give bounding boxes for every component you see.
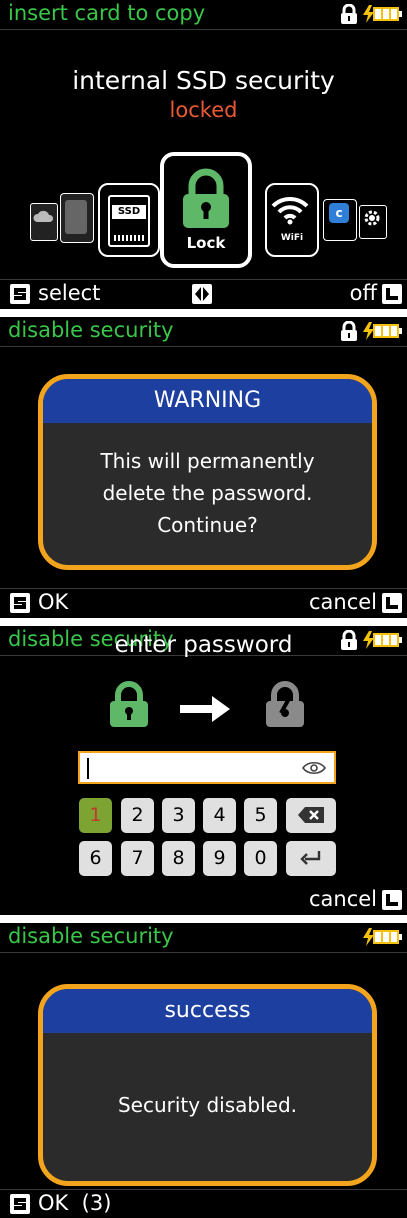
ok-button[interactable]: OK xyxy=(38,590,68,614)
footer: cancel xyxy=(0,885,407,915)
dialog-line: This will permanently xyxy=(100,449,315,473)
footer: OK (3) xyxy=(0,1189,407,1218)
l-key-icon[interactable] xyxy=(382,284,402,304)
screen-title: disable security xyxy=(8,318,174,342)
app-icon: c xyxy=(329,203,349,223)
ssd-connector xyxy=(114,235,144,241)
cancel-button[interactable]: cancel xyxy=(309,887,377,911)
key-0[interactable]: 0 xyxy=(244,841,277,876)
enter-icon xyxy=(300,851,321,865)
s-key-icon[interactable] xyxy=(10,1194,30,1214)
status-icons xyxy=(340,3,403,25)
ssd-label: SSD xyxy=(112,205,146,219)
dialog-header: WARNING xyxy=(43,379,372,423)
ssd-icon: SSD xyxy=(108,195,150,247)
key-1[interactable]: 1 xyxy=(79,798,112,833)
ext-ssd-icon xyxy=(65,200,87,234)
menu-item-ssd[interactable]: SSD xyxy=(98,183,160,257)
key-9[interactable]: 9 xyxy=(203,841,236,876)
battery-charging-icon xyxy=(363,5,402,23)
dialog-message: This will permanently delete the passwor… xyxy=(43,445,372,541)
backspace-icon xyxy=(298,807,324,823)
lock-closed-icon xyxy=(110,681,148,727)
key-6[interactable]: 6 xyxy=(79,841,112,876)
menu-item-wifi[interactable]: WiFi xyxy=(265,183,319,257)
warning-dialog: WARNING This will permanently delete the… xyxy=(38,374,377,570)
dialog-message: Security disabled. xyxy=(117,1093,298,1117)
menu-item-lock[interactable]: Lock xyxy=(160,152,252,268)
key-5[interactable]: 5 xyxy=(244,798,277,833)
footer-left-label: select xyxy=(38,281,101,305)
battery-charging-icon xyxy=(363,322,402,340)
wifi-label: WiFi xyxy=(280,233,304,243)
password-prompt: enter password xyxy=(114,632,293,658)
screen-title: disable security xyxy=(8,924,174,948)
status-icons xyxy=(340,320,403,342)
status-icons xyxy=(361,926,403,948)
key-2[interactable]: 2 xyxy=(121,798,154,833)
footer: OK cancel xyxy=(0,588,407,618)
text-cursor xyxy=(87,758,89,779)
menu-item-app[interactable]: c xyxy=(323,199,357,241)
screen-warning: disable security WARNING This will perma… xyxy=(0,317,407,618)
footer: select off xyxy=(0,279,407,309)
security-state: locked xyxy=(169,98,238,122)
backspace-key[interactable] xyxy=(286,798,336,833)
s-key-icon[interactable] xyxy=(10,284,30,304)
menu-item-cloud[interactable] xyxy=(30,203,58,241)
enter-key[interactable] xyxy=(286,841,336,876)
l-key-icon[interactable] xyxy=(382,593,402,613)
screen-title: insert card to copy xyxy=(8,1,206,25)
cloud-icon xyxy=(33,210,54,222)
lock-status-icon xyxy=(341,4,357,24)
success-dialog: success Security disabled. xyxy=(38,984,377,1186)
lock-status-icon xyxy=(341,321,357,341)
lock-open-icon xyxy=(266,681,304,727)
key-7[interactable]: 7 xyxy=(121,841,154,876)
wifi-icon xyxy=(271,196,309,225)
l-key-icon[interactable] xyxy=(382,890,402,910)
battery-charging-icon xyxy=(363,928,402,946)
key-4[interactable]: 4 xyxy=(203,798,236,833)
arrow-right-icon xyxy=(180,696,230,722)
cancel-button[interactable]: cancel xyxy=(309,590,377,614)
lock-label: Lock xyxy=(186,234,226,252)
screen-main-menu: insert card to copy internal SSD securit… xyxy=(0,0,407,309)
key-3[interactable]: 3 xyxy=(162,798,195,833)
password-input[interactable] xyxy=(78,751,336,784)
ok-button[interactable]: OK (3) xyxy=(38,1191,111,1215)
key-8[interactable]: 8 xyxy=(162,841,195,876)
menu-item-ext-ssd[interactable] xyxy=(60,193,94,243)
lock-icon xyxy=(183,168,229,228)
gear-icon xyxy=(364,210,380,226)
security-heading: internal SSD security xyxy=(72,66,335,95)
screen-success: disable security success Security disabl… xyxy=(0,923,407,1218)
dialog-line: delete the password. xyxy=(102,481,313,505)
footer-right-label: off xyxy=(349,281,377,305)
s-key-icon[interactable] xyxy=(10,593,30,613)
menu-item-setting[interactable] xyxy=(359,205,387,239)
dialog-line: Continue? xyxy=(157,513,258,537)
title-divider xyxy=(0,29,407,30)
dialog-header: success xyxy=(43,989,372,1033)
dpad-icon[interactable] xyxy=(192,284,212,304)
eye-icon[interactable] xyxy=(302,760,326,776)
